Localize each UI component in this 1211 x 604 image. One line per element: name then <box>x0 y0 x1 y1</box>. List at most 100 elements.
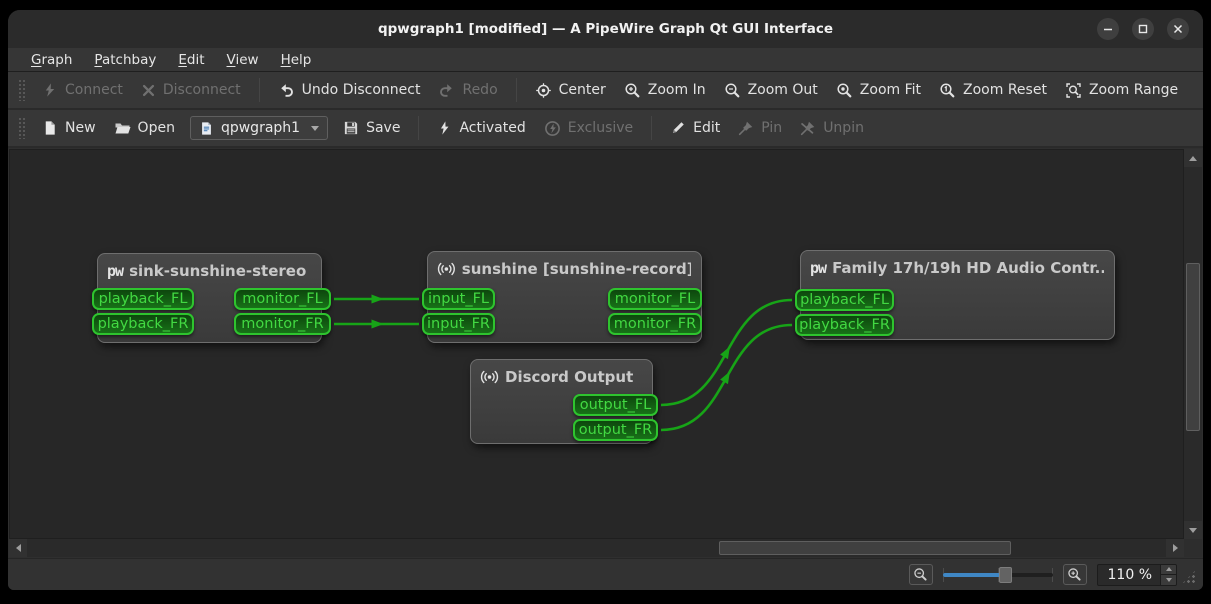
connect-button[interactable]: Connect <box>33 77 132 103</box>
open-label: Open <box>137 120 175 136</box>
zoom-range-button[interactable]: Zoom Range <box>1056 77 1187 104</box>
graph-port-in[interactable]: playback_FR <box>795 314 894 336</box>
redo-button[interactable]: Redo <box>429 77 506 104</box>
new-button[interactable]: New <box>33 115 105 141</box>
unpin-label: Unpin <box>823 120 864 136</box>
save-label: Save <box>366 120 401 136</box>
minimize-icon <box>1104 28 1112 31</box>
zoom-out-label: Zoom Out <box>747 82 818 98</box>
redo-icon <box>440 83 453 97</box>
zoom-percent-value: 110 % <box>1107 566 1152 583</box>
graph-node-header[interactable]: pw sink-sunshine-stereo <box>98 254 321 280</box>
zoom-in-button[interactable]: Zoom In <box>615 77 715 104</box>
activated-label: Activated <box>459 120 526 136</box>
resize-grip[interactable] <box>1181 569 1197 585</box>
spin-arrows <box>1160 564 1176 585</box>
graph-port-out[interactable]: monitor_FL <box>234 288 331 310</box>
activated-button[interactable]: Activated <box>428 115 534 141</box>
graph-canvas[interactable]: pw sink-sunshine-stereo sunshine [sunshine… <box>9 149 1184 539</box>
link-arrow-icon <box>720 371 730 385</box>
graph-node-header[interactable]: Discord Output <box>471 360 652 386</box>
toolbar-main: Connect Disconnect Undo Disconnect Redo … <box>8 72 1203 110</box>
graph-port-out[interactable]: monitor_FR <box>608 313 702 335</box>
vertical-scroll-thumb[interactable] <box>1186 263 1200 431</box>
graph-port-in[interactable]: playback_FL <box>795 289 894 311</box>
toolbar-drag-handle[interactable] <box>18 79 25 101</box>
statusbar-zoom-out-button[interactable] <box>908 564 933 585</box>
menu-help[interactable]: Help <box>272 50 321 70</box>
connect-label: Connect <box>65 82 123 98</box>
unpin-button[interactable]: Unpin <box>791 115 873 141</box>
spin-up-button[interactable] <box>1160 564 1176 574</box>
menu-patchbay[interactable]: Patchbay <box>85 50 165 70</box>
center-button[interactable]: Center <box>526 77 615 104</box>
save-button[interactable]: Save <box>334 115 409 141</box>
pipewire-icon: pw <box>107 262 124 280</box>
zoom-slider[interactable] <box>942 566 1053 584</box>
scrollbar-corner <box>1184 539 1202 557</box>
close-icon <box>1173 24 1183 34</box>
graph-port-out[interactable]: monitor_FL <box>608 288 702 310</box>
vertical-scrollbar[interactable] <box>1184 149 1202 539</box>
graph-port-out[interactable]: output_FL <box>573 394 658 416</box>
disconnect-button[interactable]: Disconnect <box>132 77 250 103</box>
arrow-left-icon <box>15 544 21 552</box>
scroll-left-button[interactable] <box>9 539 27 557</box>
statusbar-zoom-in-button[interactable] <box>1062 564 1087 585</box>
graph-node-title: Family 17h/19h HD Audio Contr... <box>832 259 1104 277</box>
patchbay-session-combo[interactable]: qpwgraph1 <box>189 116 329 140</box>
close-button[interactable] <box>1167 18 1189 40</box>
menu-view[interactable]: View <box>218 50 268 70</box>
pin-button[interactable]: Pin <box>729 115 791 141</box>
edit-pencil-icon <box>673 122 684 133</box>
patchbay-file-icon <box>202 121 211 135</box>
graph-port-in[interactable]: playback_FL <box>92 288 194 310</box>
zoom-reset-button[interactable]: Zoom Reset <box>930 77 1056 104</box>
scroll-up-button[interactable] <box>1184 149 1202 167</box>
pin-label: Pin <box>761 120 783 136</box>
disconnect-label: Disconnect <box>162 82 241 98</box>
menu-graph[interactable]: Graph <box>22 50 81 70</box>
edit-button[interactable]: Edit <box>661 115 729 141</box>
link-arrow-icon <box>371 294 384 304</box>
zoom-fit-button[interactable]: Zoom Fit <box>827 77 930 104</box>
slider-handle[interactable] <box>998 566 1012 583</box>
arrow-down-icon <box>1165 577 1172 582</box>
graph-port-out[interactable]: monitor_FR <box>234 313 331 335</box>
spin-down-button[interactable] <box>1160 574 1176 585</box>
horizontal-scroll-thumb[interactable] <box>719 541 1011 555</box>
maximize-button[interactable] <box>1132 18 1154 40</box>
disconnect-icon <box>142 84 154 96</box>
zoom-out-button[interactable]: Zoom Out <box>715 77 827 104</box>
graph-node-header[interactable]: sunshine [sunshine-record] <box>428 252 701 278</box>
graph-node-header[interactable]: pw Family 17h/19h HD Audio Contr... <box>801 251 1114 277</box>
graph-port-in[interactable]: playback_FR <box>92 313 194 335</box>
exclusive-label: Exclusive <box>567 120 634 136</box>
graph-port-in[interactable]: input_FL <box>422 288 495 310</box>
horizontal-scrollbar[interactable] <box>9 539 1184 557</box>
graph-links <box>334 294 793 432</box>
exclusive-button[interactable]: Exclusive <box>535 115 642 142</box>
toolbar-drag-handle[interactable] <box>18 117 25 139</box>
zoom-percent-spinbox[interactable]: 110 % <box>1096 563 1177 586</box>
open-folder-icon <box>115 123 131 133</box>
zoom-in-icon <box>625 82 640 97</box>
broadcast-icon <box>480 370 499 384</box>
undo-button[interactable]: Undo Disconnect <box>269 77 430 104</box>
scroll-right-button[interactable] <box>1166 539 1184 557</box>
minimize-button[interactable] <box>1097 18 1119 40</box>
menu-edit[interactable]: Edit <box>169 50 213 70</box>
zoom-range-label: Zoom Range <box>1088 82 1179 98</box>
scroll-down-button[interactable] <box>1184 521 1202 539</box>
undo-icon <box>280 83 293 97</box>
open-button[interactable]: Open <box>105 115 184 142</box>
zoom-reset-label: Zoom Reset <box>963 82 1047 98</box>
graph-node-title: sunshine [sunshine-record] <box>461 260 691 278</box>
graph-port-out[interactable]: output_FR <box>573 419 658 441</box>
arrow-down-icon <box>1189 527 1197 533</box>
zoom-in-icon <box>1068 568 1081 581</box>
new-label: New <box>65 120 96 136</box>
arrow-up-icon <box>1189 155 1197 161</box>
graph-port-in[interactable]: input_FR <box>422 313 495 335</box>
zoom-out-icon <box>725 82 739 97</box>
